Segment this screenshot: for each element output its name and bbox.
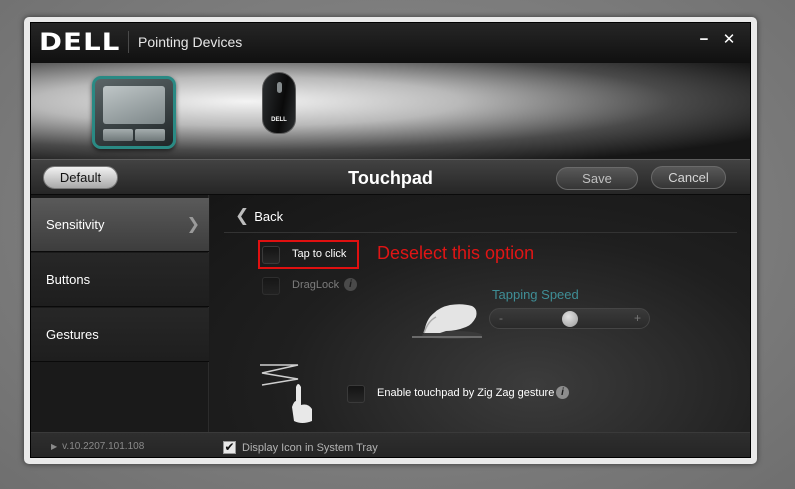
touchpad-surface [103,86,165,124]
annotation-text: Deselect this option [377,243,535,263]
zigzag-checkbox[interactable] [347,385,365,403]
window-title: Pointing Devices [138,34,243,50]
device-selector-banner: DELL [31,63,750,159]
title-separator [128,31,129,53]
toolbar: Default Touchpad Save Cancel [31,159,750,195]
sidebar-item-label: Sensitivity [46,217,105,232]
sidebar-item-gestures[interactable]: Gestures [31,308,209,362]
hand-tap-icon [412,304,482,339]
mouse-brand-label: DELL [271,117,287,123]
back-button[interactable]: ❮ Back [235,206,283,226]
settings-content: ❮ Back Tap to click Deselect this option … [210,195,750,432]
mouse-wheel [277,82,282,93]
minimize-icon[interactable]: − [695,31,713,49]
sidebar-item-label: Buttons [46,272,91,287]
close-icon[interactable]: ✕ [720,31,738,49]
chevron-left-icon: ❮ [235,206,250,225]
slider-minus: - [499,311,503,325]
title-bar: DELL Pointing Devices − ✕ [31,23,750,63]
draglock-label: DragLock [292,279,340,291]
cancel-button[interactable]: Cancel [651,166,726,189]
sidebar-item-label: Gestures [46,327,99,342]
section-title: Touchpad [348,168,433,188]
system-tray-label: Display Icon in System Tray [242,442,378,454]
pointing-devices-window: DELL Pointing Devices − ✕ DELL Default T… [24,17,757,464]
slider-thumb[interactable] [561,311,578,327]
dell-logo: DELL [39,28,121,56]
annotation-highlight-box [258,240,359,269]
tapping-speed-label: Tapping Speed [492,287,579,302]
checkmark-icon: ✔ [224,440,235,454]
version-text: ▶ v.10.2207.101.108 [51,441,144,452]
info-icon[interactable]: i [344,278,357,291]
back-label: Back [254,209,284,224]
divider [224,232,737,233]
sidebar-item-buttons[interactable]: Buttons [31,253,209,307]
tapping-speed-slider[interactable]: - + [489,308,650,329]
touchpad-left-button [103,129,133,141]
footer: ▶ v.10.2207.101.108 ✔ Display Icon in Sys… [31,432,750,457]
zigzag-label: Enable touchpad by Zig Zag gesture [377,387,555,399]
touchpad-device-icon[interactable] [92,76,176,149]
sidebar-item-sensitivity[interactable]: Sensitivity ❯ [31,198,209,252]
info-icon[interactable]: i [556,386,569,399]
chevron-right-icon: ❯ [186,216,200,233]
slider-plus: + [633,311,641,325]
zigzag-gesture-icon [260,364,312,423]
mouse-device-icon[interactable]: DELL [262,72,296,134]
version-label: v.10.2207.101.108 [62,441,145,452]
window-body: DELL Pointing Devices − ✕ DELL Default T… [30,22,751,458]
sidebar: Sensitivity ❯ Buttons Gestures [31,195,209,432]
triangle-right-icon: ▶ [51,442,58,451]
touchpad-right-button [135,129,165,141]
system-tray-checkbox[interactable]: ✔ [223,441,236,454]
draglock-checkbox[interactable] [262,277,280,295]
save-button[interactable]: Save [556,167,638,190]
